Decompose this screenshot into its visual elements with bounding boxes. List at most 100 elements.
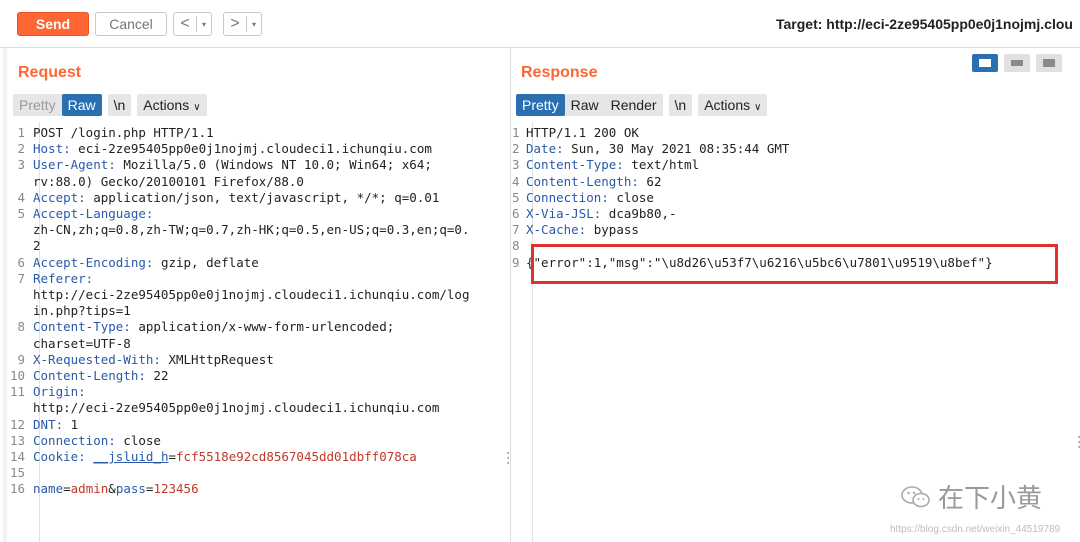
left-scrollbar[interactable]: [3, 48, 7, 542]
header-value: zh-CN,zh;q=0.8,zh-TW;q=0.7,zh-HK;q=0.5,e…: [33, 222, 470, 238]
response-view-mode: Pretty Raw Render: [516, 94, 663, 116]
code-text: X-Cache: bypass: [526, 222, 639, 238]
header-name: Content-Length:: [33, 368, 146, 383]
code-text: Accept-Language:: [33, 206, 153, 222]
header-value: application/x-www-form-urlencoded;: [130, 319, 395, 335]
watermark: 在下小黄: [900, 478, 1042, 515]
code-text: Content-Type: application/x-www-form-url…: [33, 319, 394, 335]
line-number: 8: [512, 238, 520, 254]
code-text: Host: eci-2ze95405pp0e0j1nojmj.cloudeci1…: [33, 141, 432, 157]
actions-label: Actions: [143, 97, 190, 113]
actions-label: Actions: [704, 97, 751, 113]
layout-toggle: [972, 54, 1062, 72]
header-value: bypass: [586, 222, 639, 238]
line-number: 12: [10, 416, 26, 432]
rows-icon: [1011, 60, 1023, 66]
line-number: 13: [10, 432, 26, 448]
target-label[interactable]: Target: http://eci-2ze95405pp0e0j1nojmj.…: [776, 16, 1073, 32]
code-text: zh-CN,zh;q=0.8,zh-TW;q=0.7,zh-HK;q=0.5,e…: [33, 222, 470, 238]
header-name: Accept:: [33, 189, 86, 205]
code-text: Accept: application/json, text/javascrip…: [33, 190, 439, 206]
header-name: Content-Length:: [526, 173, 639, 189]
forward-history-button[interactable]: > ▾: [223, 12, 262, 36]
chevron-down-icon: ∨: [193, 102, 201, 113]
code-text: User-Agent: Mozilla/5.0 (Windows NT 10.0…: [33, 157, 432, 173]
chevron-down-icon[interactable]: ▾: [197, 20, 211, 29]
code-text: Accept-Encoding: gzip, deflate: [33, 255, 259, 271]
header-value: eci-2ze95405pp0e0j1nojmj.cloudeci1.ichun…: [70, 141, 432, 157]
send-button[interactable]: Send: [17, 12, 89, 36]
layout-stacked-button[interactable]: [1004, 54, 1030, 72]
code-text: Content-Type: text/html: [526, 157, 699, 173]
request-tabs: Pretty Raw \n Actions ∨: [13, 94, 207, 116]
header-value: 62: [638, 173, 662, 189]
line-number: 9: [512, 254, 520, 270]
header-value: 2: [33, 238, 41, 254]
watermark-url: https://blog.csdn.net/weixin_44519789: [890, 524, 1061, 535]
header-value: in.php?tips=1: [33, 303, 131, 319]
code-text: http://eci-2ze95405pp0e0j1nojmj.cloudeci…: [33, 400, 439, 416]
top-toolbar: Send Cancel < ▾ > ▾ Target: http://eci-2…: [0, 0, 1080, 48]
header-value: text/html: [623, 157, 700, 173]
highlight-box: [531, 244, 1058, 284]
code-text: X-Via-JSL: dca9b80,-: [526, 206, 677, 222]
code-text: DNT: 1: [33, 417, 78, 433]
header-value: close: [115, 432, 161, 448]
header-value: 22: [145, 368, 169, 383]
header-name: Referer:: [33, 270, 94, 286]
code-text: X-Requested-With: XMLHttpRequest: [33, 352, 274, 368]
watermark-text: 在下小黄: [938, 484, 1043, 514]
header-value: charset=UTF-8: [33, 335, 131, 351]
line-number: 1: [512, 125, 520, 140]
line-number: 5: [512, 189, 520, 205]
header-name: Date:: [526, 141, 564, 157]
tab-newline[interactable]: \n: [668, 94, 693, 116]
header-value: close: [608, 189, 654, 205]
columns-icon: [979, 59, 991, 67]
chevron-down-icon[interactable]: ▾: [247, 20, 261, 29]
back-history-button[interactable]: < ▾: [173, 12, 212, 36]
layout-side-by-side-button[interactable]: [972, 54, 998, 72]
request-view-mode: Pretty Raw: [13, 94, 102, 116]
line-number: 4: [512, 173, 520, 189]
code-text: Cookie: __jsluid_h=fcf5518e92cd8567045dd…: [33, 449, 417, 465]
tab-render[interactable]: Render: [604, 94, 663, 116]
resize-handle[interactable]: ···: [1075, 431, 1080, 455]
line-number: 6: [512, 206, 520, 221]
actions-dropdown[interactable]: Actions ∨: [698, 94, 768, 116]
code-text: 2: [33, 238, 41, 254]
line-number: 4: [17, 189, 25, 205]
code-text: http://eci-2ze95405pp0e0j1nojmj.cloudeci…: [33, 287, 470, 303]
header-value: POST /login.php HTTP/1.1: [33, 125, 214, 140]
header-name: Cookie:: [33, 449, 86, 464]
header-name: X-Requested-With:: [33, 351, 161, 367]
line-number: 15: [10, 465, 26, 481]
tab-pretty[interactable]: Pretty: [516, 94, 565, 116]
header-value: Sun, 30 May 2021 08:35:44 GMT: [563, 141, 790, 157]
header-name: Host:: [33, 141, 71, 157]
line-number: 3: [512, 157, 520, 173]
actions-dropdown[interactable]: Actions ∨: [137, 94, 207, 116]
tab-pretty[interactable]: Pretty: [13, 94, 62, 116]
header-name: Accept-Encoding:: [33, 254, 154, 270]
wechat-icon: [901, 485, 930, 507]
tab-raw[interactable]: Raw: [61, 94, 102, 116]
layout-tabs-button[interactable]: [1036, 54, 1062, 72]
code-text: Content-Length: 62: [526, 174, 661, 190]
line-number: 3: [17, 157, 25, 173]
response-tabs: Pretty Raw Render \n Actions ∨: [516, 94, 768, 116]
code-text: Content-Length: 22: [33, 368, 168, 384]
tab-newline[interactable]: \n: [107, 94, 132, 116]
tab-raw[interactable]: Raw: [564, 94, 605, 116]
header-value: name=admin&pass=123456: [33, 481, 199, 497]
header-name: DNT:: [33, 416, 64, 432]
header-value: http://eci-2ze95405pp0e0j1nojmj.cloudeci…: [33, 400, 440, 416]
request-editor[interactable]: 1 POST /login.php HTTP/1.1 2 Host: eci-2ze9…: [10, 122, 512, 542]
code-text: rv:88.0) Gecko/20100101 Firefox/88.0: [33, 174, 304, 190]
header-name: User-Agent:: [33, 157, 116, 173]
code-text: POST /login.php HTTP/1.1: [33, 125, 214, 141]
code-text: HTTP/1.1 200 OK: [526, 125, 639, 141]
cancel-button[interactable]: Cancel: [95, 12, 167, 36]
request-title: Request: [18, 64, 82, 81]
header-name: Connection:: [526, 189, 609, 205]
